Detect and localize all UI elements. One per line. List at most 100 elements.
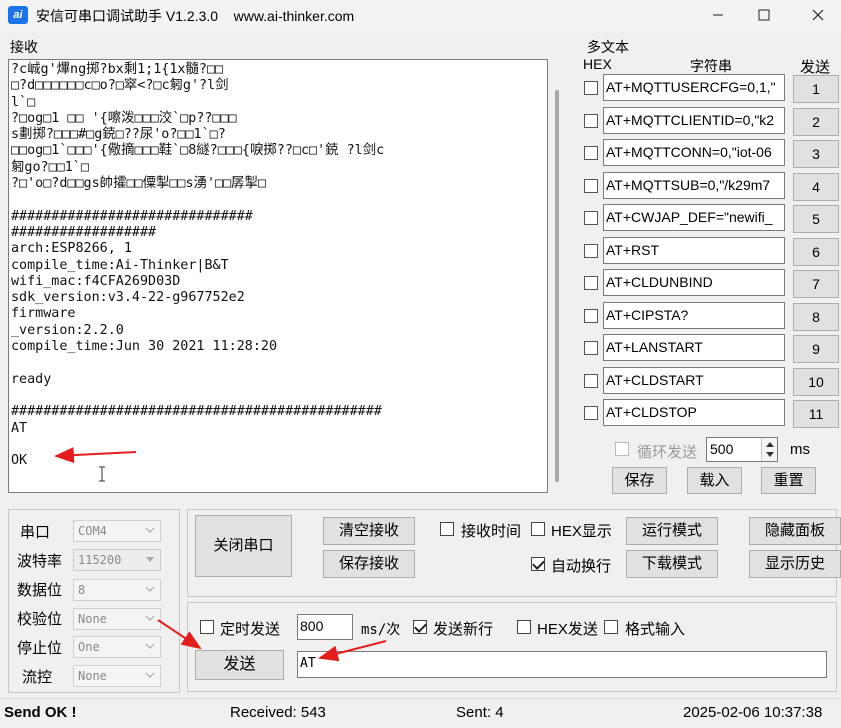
clear-receive-button[interactable]: 清空接收 bbox=[323, 517, 415, 545]
auto-wrap-checkbox[interactable] bbox=[531, 557, 545, 571]
multi-hex-checkbox[interactable] bbox=[584, 309, 598, 323]
status-datetime: 2025-02-06 10:37:38 bbox=[683, 704, 823, 721]
close-icon[interactable] bbox=[795, 0, 841, 30]
multi-command-input[interactable]: AT+MQTTCLIENTID=0,"k2 bbox=[603, 107, 785, 134]
hide-panel-button[interactable]: 隐藏面板 bbox=[749, 517, 841, 545]
timed-interval-input[interactable]: 800 bbox=[297, 614, 353, 640]
reset-multi-button[interactable]: 重置 bbox=[761, 467, 816, 494]
auto-wrap-label: 自动换行 bbox=[551, 558, 612, 575]
receive-line bbox=[11, 355, 543, 371]
chevron-down-icon bbox=[145, 643, 155, 649]
multi-command-input[interactable]: AT+CLDSTART bbox=[603, 367, 785, 394]
receive-line: l`□ bbox=[11, 94, 36, 110]
databits-label: 数据位 bbox=[17, 582, 63, 599]
close-port-button[interactable]: 关闭串口 bbox=[195, 515, 292, 577]
multi-hex-checkbox[interactable] bbox=[584, 276, 598, 290]
multi-command-input[interactable]: AT+CLDSTOP bbox=[603, 399, 785, 426]
send-column-header: 发送 bbox=[800, 59, 831, 76]
loop-interval-spinner[interactable] bbox=[761, 438, 777, 461]
multi-command-input[interactable]: AT+CIPSTA? bbox=[603, 302, 785, 329]
loop-send-label: 循环发送 bbox=[637, 444, 698, 461]
multi-hex-checkbox[interactable] bbox=[584, 179, 598, 193]
multi-send-button[interactable]: 4 bbox=[793, 173, 839, 201]
parity-select[interactable]: None bbox=[73, 608, 161, 630]
timed-send-checkbox[interactable] bbox=[200, 620, 214, 634]
receive-line bbox=[11, 388, 543, 404]
receive-line: □?d□□□□□□c□o?□窣<?□c匑g'?l剑 bbox=[11, 78, 229, 94]
load-multi-button[interactable]: 载入 bbox=[687, 467, 742, 494]
baud-select[interactable]: 115200 bbox=[73, 549, 161, 571]
multi-command-input[interactable]: AT+MQTTUSERCFG=0,1," bbox=[603, 74, 785, 101]
multi-command-input[interactable]: AT+MQTTCONN=0,"iot-06 bbox=[603, 139, 785, 166]
multi-hex-checkbox[interactable] bbox=[584, 146, 598, 160]
hex-display-checkbox[interactable] bbox=[531, 522, 545, 536]
receive-time-checkbox[interactable] bbox=[440, 522, 454, 536]
send-newline-checkbox[interactable] bbox=[413, 620, 427, 634]
multi-send-button[interactable]: 6 bbox=[793, 238, 839, 266]
stopbits-select[interactable]: One bbox=[73, 636, 161, 658]
receive-line: arch:ESP8266, 1 bbox=[11, 241, 132, 257]
receive-line: sdk_version:v3.4-22-g967752e2 bbox=[11, 290, 245, 306]
receive-line: compile_time:Ai-Thinker|B&T bbox=[11, 257, 229, 273]
multi-hex-checkbox[interactable] bbox=[584, 211, 598, 225]
multi-command-input[interactable]: AT+RST bbox=[603, 237, 785, 264]
multi-command-input[interactable]: AT+CWJAP_DEF="newifi_ bbox=[603, 204, 785, 231]
multi-command-input[interactable]: AT+MQTTSUB=0,"/k29m7 bbox=[603, 172, 785, 199]
multi-hex-checkbox[interactable] bbox=[584, 244, 598, 258]
multi-hex-checkbox[interactable] bbox=[584, 406, 598, 420]
multi-send-button[interactable]: 7 bbox=[793, 270, 839, 298]
port-select[interactable]: COM4 bbox=[73, 520, 161, 542]
format-input-label: 格式输入 bbox=[625, 621, 686, 638]
app-logo-icon: ai bbox=[8, 6, 28, 24]
port-label: 串口 bbox=[20, 524, 51, 541]
maximize-icon[interactable] bbox=[741, 0, 787, 30]
multi-command-input[interactable]: AT+CLDUNBIND bbox=[603, 269, 785, 296]
loop-ms-label: ms bbox=[790, 441, 810, 458]
multi-send-button[interactable]: 11 bbox=[793, 400, 839, 428]
multi-hex-checkbox[interactable] bbox=[584, 81, 598, 95]
flow-select[interactable]: None bbox=[73, 665, 161, 687]
multi-hex-checkbox[interactable] bbox=[584, 341, 598, 355]
multi-send-button[interactable]: 2 bbox=[793, 108, 839, 136]
multi-send-button[interactable]: 10 bbox=[793, 368, 839, 396]
receive-content: ?c峸g'熚ng掷?bx剩1;1{1x髓?□□ □?d□□□□□□c□o?□窣<?… bbox=[11, 62, 543, 469]
show-history-button[interactable]: 显示历史 bbox=[749, 550, 841, 578]
receive-line: ################## bbox=[11, 224, 157, 240]
save-receive-button[interactable]: 保存接收 bbox=[323, 550, 415, 578]
multi-hex-checkbox[interactable] bbox=[584, 114, 598, 128]
format-input-checkbox[interactable] bbox=[604, 620, 618, 634]
string-column-header: 字符串 bbox=[690, 58, 732, 74]
multi-send-button[interactable]: 5 bbox=[793, 205, 839, 233]
receive-line: OK bbox=[11, 453, 28, 469]
sent-count: Sent: 4 bbox=[456, 704, 504, 721]
send-newline-label: 发送新行 bbox=[433, 621, 494, 638]
receive-line: ?□og□1 □□ '{嚓泼□□□洨`□p??□□□ bbox=[11, 110, 237, 126]
receive-line: firmware bbox=[11, 306, 76, 322]
hex-column-header: HEX bbox=[583, 56, 612, 72]
text-cursor-icon bbox=[98, 466, 106, 482]
run-mode-button[interactable]: 运行模式 bbox=[626, 517, 718, 545]
receive-textarea[interactable]: ?c峸g'熚ng掷?bx剩1;1{1x髓?□□ □?d□□□□□□c□o?□窣<?… bbox=[8, 59, 548, 493]
download-mode-button[interactable]: 下载模式 bbox=[626, 550, 718, 578]
send-input[interactable]: AT bbox=[297, 651, 827, 678]
receive-line: ?□'o□?d□□gs帥攉□□僳掣□□s湧'□□孱掣□ bbox=[11, 176, 266, 192]
receive-scrollbar[interactable] bbox=[550, 60, 564, 483]
multi-hex-checkbox[interactable] bbox=[584, 374, 598, 388]
hex-send-checkbox[interactable] bbox=[517, 620, 531, 634]
multi-send-button[interactable]: 3 bbox=[793, 140, 839, 168]
chevron-down-icon bbox=[145, 615, 155, 621]
receive-line: wifi_mac:f4CFA269D03D bbox=[11, 273, 181, 289]
multi-command-input[interactable]: AT+LANSTART bbox=[603, 334, 785, 361]
send-button[interactable]: 发送 bbox=[195, 650, 284, 680]
multi-send-button[interactable]: 9 bbox=[793, 335, 839, 363]
loop-send-checkbox[interactable] bbox=[615, 442, 629, 456]
multi-send-button[interactable]: 8 bbox=[793, 303, 839, 331]
minimize-icon[interactable] bbox=[695, 0, 741, 30]
chevron-down-icon bbox=[145, 586, 155, 592]
status-bar: Send OK ! Received: 543 Sent: 4 2025-02-… bbox=[0, 698, 841, 728]
databits-select[interactable]: 8 bbox=[73, 579, 161, 601]
save-multi-button[interactable]: 保存 bbox=[612, 467, 667, 494]
hex-display-label: HEX显示 bbox=[551, 523, 612, 540]
multi-send-button[interactable]: 1 bbox=[793, 75, 839, 103]
loop-interval-input[interactable]: 500 bbox=[706, 437, 778, 462]
